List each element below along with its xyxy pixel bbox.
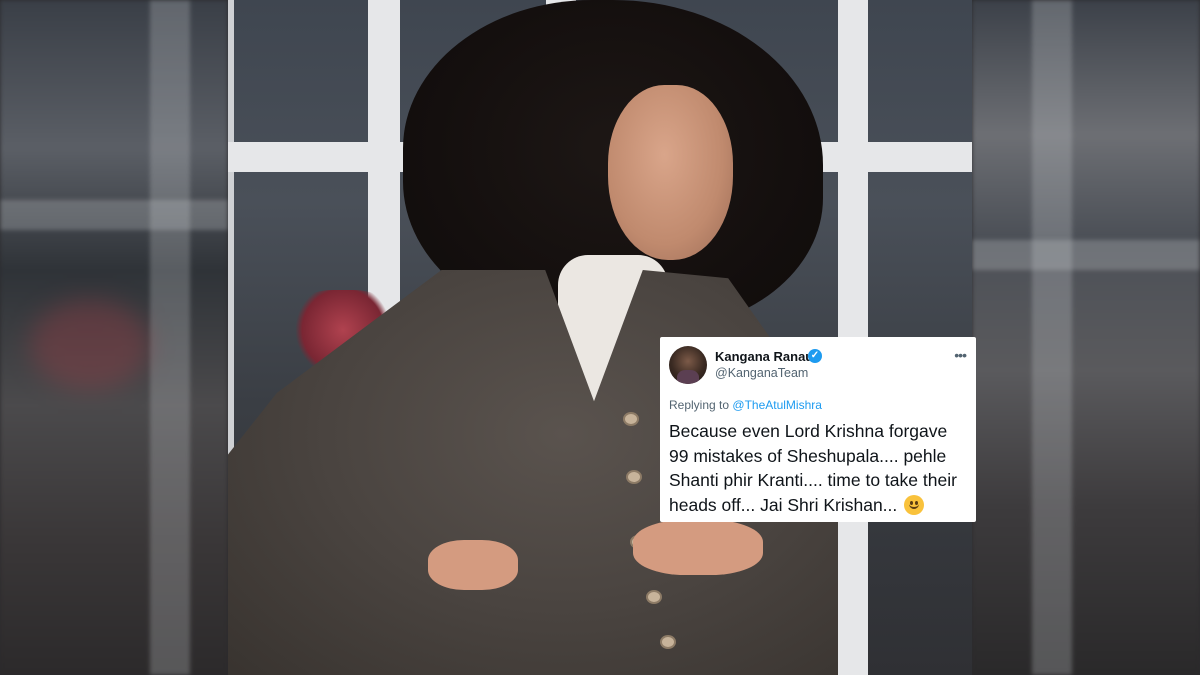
avatar[interactable] <box>669 346 707 384</box>
person-hand-left <box>428 540 518 590</box>
more-options-icon[interactable]: ••• <box>954 347 967 363</box>
verified-badge-icon: ✓ <box>808 349 822 363</box>
mention-link[interactable]: @TheAtulMishra <box>732 398 822 412</box>
replying-to: Replying to @TheAtulMishra <box>669 398 822 412</box>
person-hand-right <box>633 520 763 575</box>
blurred-background-right <box>972 0 1200 675</box>
display-name[interactable]: Kangana Ranaut <box>715 349 818 364</box>
person-face <box>608 85 733 260</box>
user-handle[interactable]: @KanganaTeam <box>715 366 808 380</box>
blurred-background-left <box>0 0 228 675</box>
tweet-text: Because even Lord Krishna forgave 99 mis… <box>669 419 969 517</box>
tweet-card[interactable]: Kangana Ranaut ✓ @KanganaTeam ••• Replyi… <box>660 337 976 522</box>
replying-prefix: Replying to <box>669 398 730 412</box>
smiley-emoji-icon <box>904 494 925 515</box>
